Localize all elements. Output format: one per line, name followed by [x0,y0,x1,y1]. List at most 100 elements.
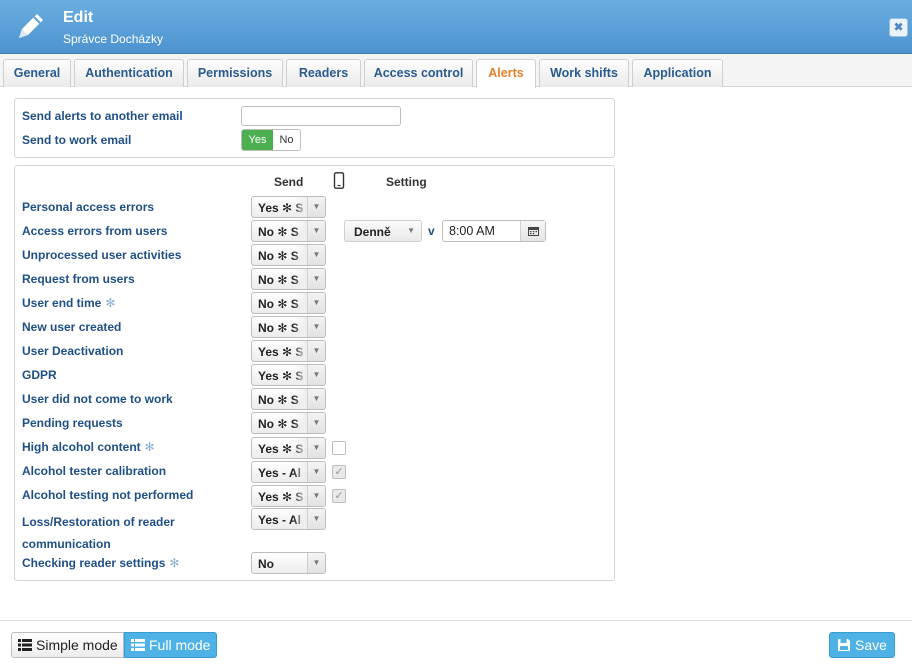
list-icon [18,639,32,651]
list-icon [131,639,145,651]
alert-label-alcohol-testing-not-performed: Alcohol testing not performed [22,488,194,502]
floppy-disk-icon [838,639,850,651]
alert-select-personal-access-errors[interactable]: Yes ✻ S ▼ [251,196,326,218]
tab-application[interactable]: Application [632,59,723,87]
select-fade [293,293,307,313]
chevron-down-icon: ▼ [307,293,325,313]
alert-select-high-alcohol-content[interactable]: Yes ✻ S ▼ [251,437,326,459]
tab-general[interactable]: General [3,59,71,87]
alert-label-unprocessed-user-activities: Unprocessed user activities [22,248,182,262]
chevron-down-icon: ▼ [407,226,415,235]
save-button[interactable]: Save [829,632,895,658]
alert-label-text: User end time [22,296,102,310]
alert-select-gdpr[interactable]: Yes ✻ S ▼ [251,364,326,386]
select-fade [293,413,307,433]
tab-authentication[interactable]: Authentication [74,59,184,87]
chevron-down-icon: ▼ [307,341,325,361]
alert-select-user-did-not-come-to-work[interactable]: No ✻ S ▼ [251,388,326,410]
tab-alerts[interactable]: Alerts [476,59,536,88]
tab-permissions[interactable]: Permissions [187,59,283,87]
alert-select-value: No [258,557,274,571]
alert-label-access-errors-from-users: Access errors from users [22,224,168,238]
select-fade [293,509,307,529]
chevron-down-icon: ▼ [307,509,325,529]
alert-select-alcohol-tester-calibration[interactable]: Yes - Al ▼ [251,461,326,483]
calibration-checkbox[interactable]: ✓ [332,465,346,479]
alert-label-alcohol-tester-calibration: Alcohol tester calibration [22,464,167,478]
alert-label-loss-restoration-of-reader-communication: Loss/Restoration of reader communication [22,515,175,551]
full-mode-button[interactable]: Full mode [124,632,217,658]
select-fade [293,438,307,458]
alert-select-alcohol-testing-not-performed[interactable]: Yes ✻ S ▼ [251,485,326,507]
select-fade [293,221,307,241]
tab-work-shifts[interactable]: Work shifts [539,59,629,87]
chevron-down-icon: ▼ [307,462,325,482]
simple-mode-button[interactable]: Simple mode [11,632,124,658]
tab-access-control[interactable]: Access control [364,59,473,87]
dialog-subtitle: Správce Docházky [63,32,164,46]
save-label: Save [855,637,887,653]
chevron-down-icon: ▼ [307,413,325,433]
chevron-down-icon: ▼ [307,486,325,506]
frequency-select[interactable]: Denně ▼ [344,220,422,242]
calendar-icon [528,227,539,236]
dialog-header: Edit Správce Docházky ✖ [0,0,912,54]
send-column-header: Send [274,175,304,189]
send-to-work-email-label: Send to work email [22,133,132,147]
alert-label-text: Checking reader settings [22,556,166,570]
alert-label-checking-reader-settings: Checking reader settings ✻ [22,556,179,570]
alert-select-user-deactivation[interactable]: Yes ✻ S ▼ [251,340,326,362]
chevron-down-icon: ▼ [307,245,325,265]
alert-select-request-from-users[interactable]: No ✻ S ▼ [251,268,326,290]
frequency-value: Denně [354,225,391,239]
alert-select-new-user-created[interactable]: No ✻ S ▼ [251,316,326,338]
alert-select-access-errors-from-users[interactable]: No ✻ S ▼ [251,220,326,242]
alert-label-user-end-time: User end time ✻ [22,296,115,310]
setting-column-header: Setting [386,175,427,189]
alert-select-loss-restoration[interactable]: Yes - Al ▼ [251,508,326,530]
chevron-down-icon: ▼ [307,317,325,337]
select-fade [293,245,307,265]
footer-divider [0,620,912,621]
testing-not-performed-checkbox[interactable]: ✓ [332,489,346,503]
alert-label-new-user-created: New user created [22,320,122,334]
work-email-toggle[interactable]: Yes No [241,129,301,151]
alert-label-high-alcohol-content: High alcohol content ✻ [22,440,155,454]
time-at-label: v [428,224,435,238]
tab-readers[interactable]: Readers [286,59,361,87]
asterisk-icon: ✻ [144,440,155,454]
asterisk-icon: ✻ [105,296,116,310]
full-mode-label: Full mode [149,637,211,653]
work-email-yes-option[interactable]: Yes [242,130,273,150]
simple-mode-label: Simple mode [36,637,118,653]
chevron-down-icon: ▼ [307,197,325,217]
calendar-button[interactable] [520,221,545,241]
chevron-down-icon: ▼ [307,269,325,289]
alert-label-personal-access-errors: Personal access errors [22,200,155,214]
alert-select-pending-requests[interactable]: No ✻ S ▼ [251,412,326,434]
work-email-no-option[interactable]: No [273,130,300,150]
high-alcohol-checkbox[interactable] [332,441,346,455]
alert-label-text: High alcohol content [22,440,141,454]
alert-select-user-end-time[interactable]: No ✻ S ▼ [251,292,326,314]
close-icon[interactable]: ✖ [889,18,908,37]
chevron-down-icon: ▼ [307,221,325,241]
alert-select-unprocessed-user-activities[interactable]: No ✻ S ▼ [251,244,326,266]
another-email-input[interactable] [241,106,401,126]
alert-select-checking-reader-settings[interactable]: No ▼ [251,552,326,574]
alert-label-request-from-users: Request from users [22,272,135,286]
select-fade [293,341,307,361]
dialog-title: Edit [63,9,94,26]
select-fade [293,389,307,409]
select-fade [293,462,307,482]
select-fade [293,197,307,217]
time-input[interactable]: 8:00 AM [442,220,546,242]
select-fade [293,365,307,385]
time-value: 8:00 AM [449,224,495,238]
send-to-another-email-label: Send alerts to another email [22,109,183,123]
select-fade [293,486,307,506]
alert-label-user-deactivation: User Deactivation [22,344,124,358]
pencil-icon [19,14,43,38]
mobile-phone-icon [333,172,345,189]
alert-label-pending-requests: Pending requests [22,416,123,430]
